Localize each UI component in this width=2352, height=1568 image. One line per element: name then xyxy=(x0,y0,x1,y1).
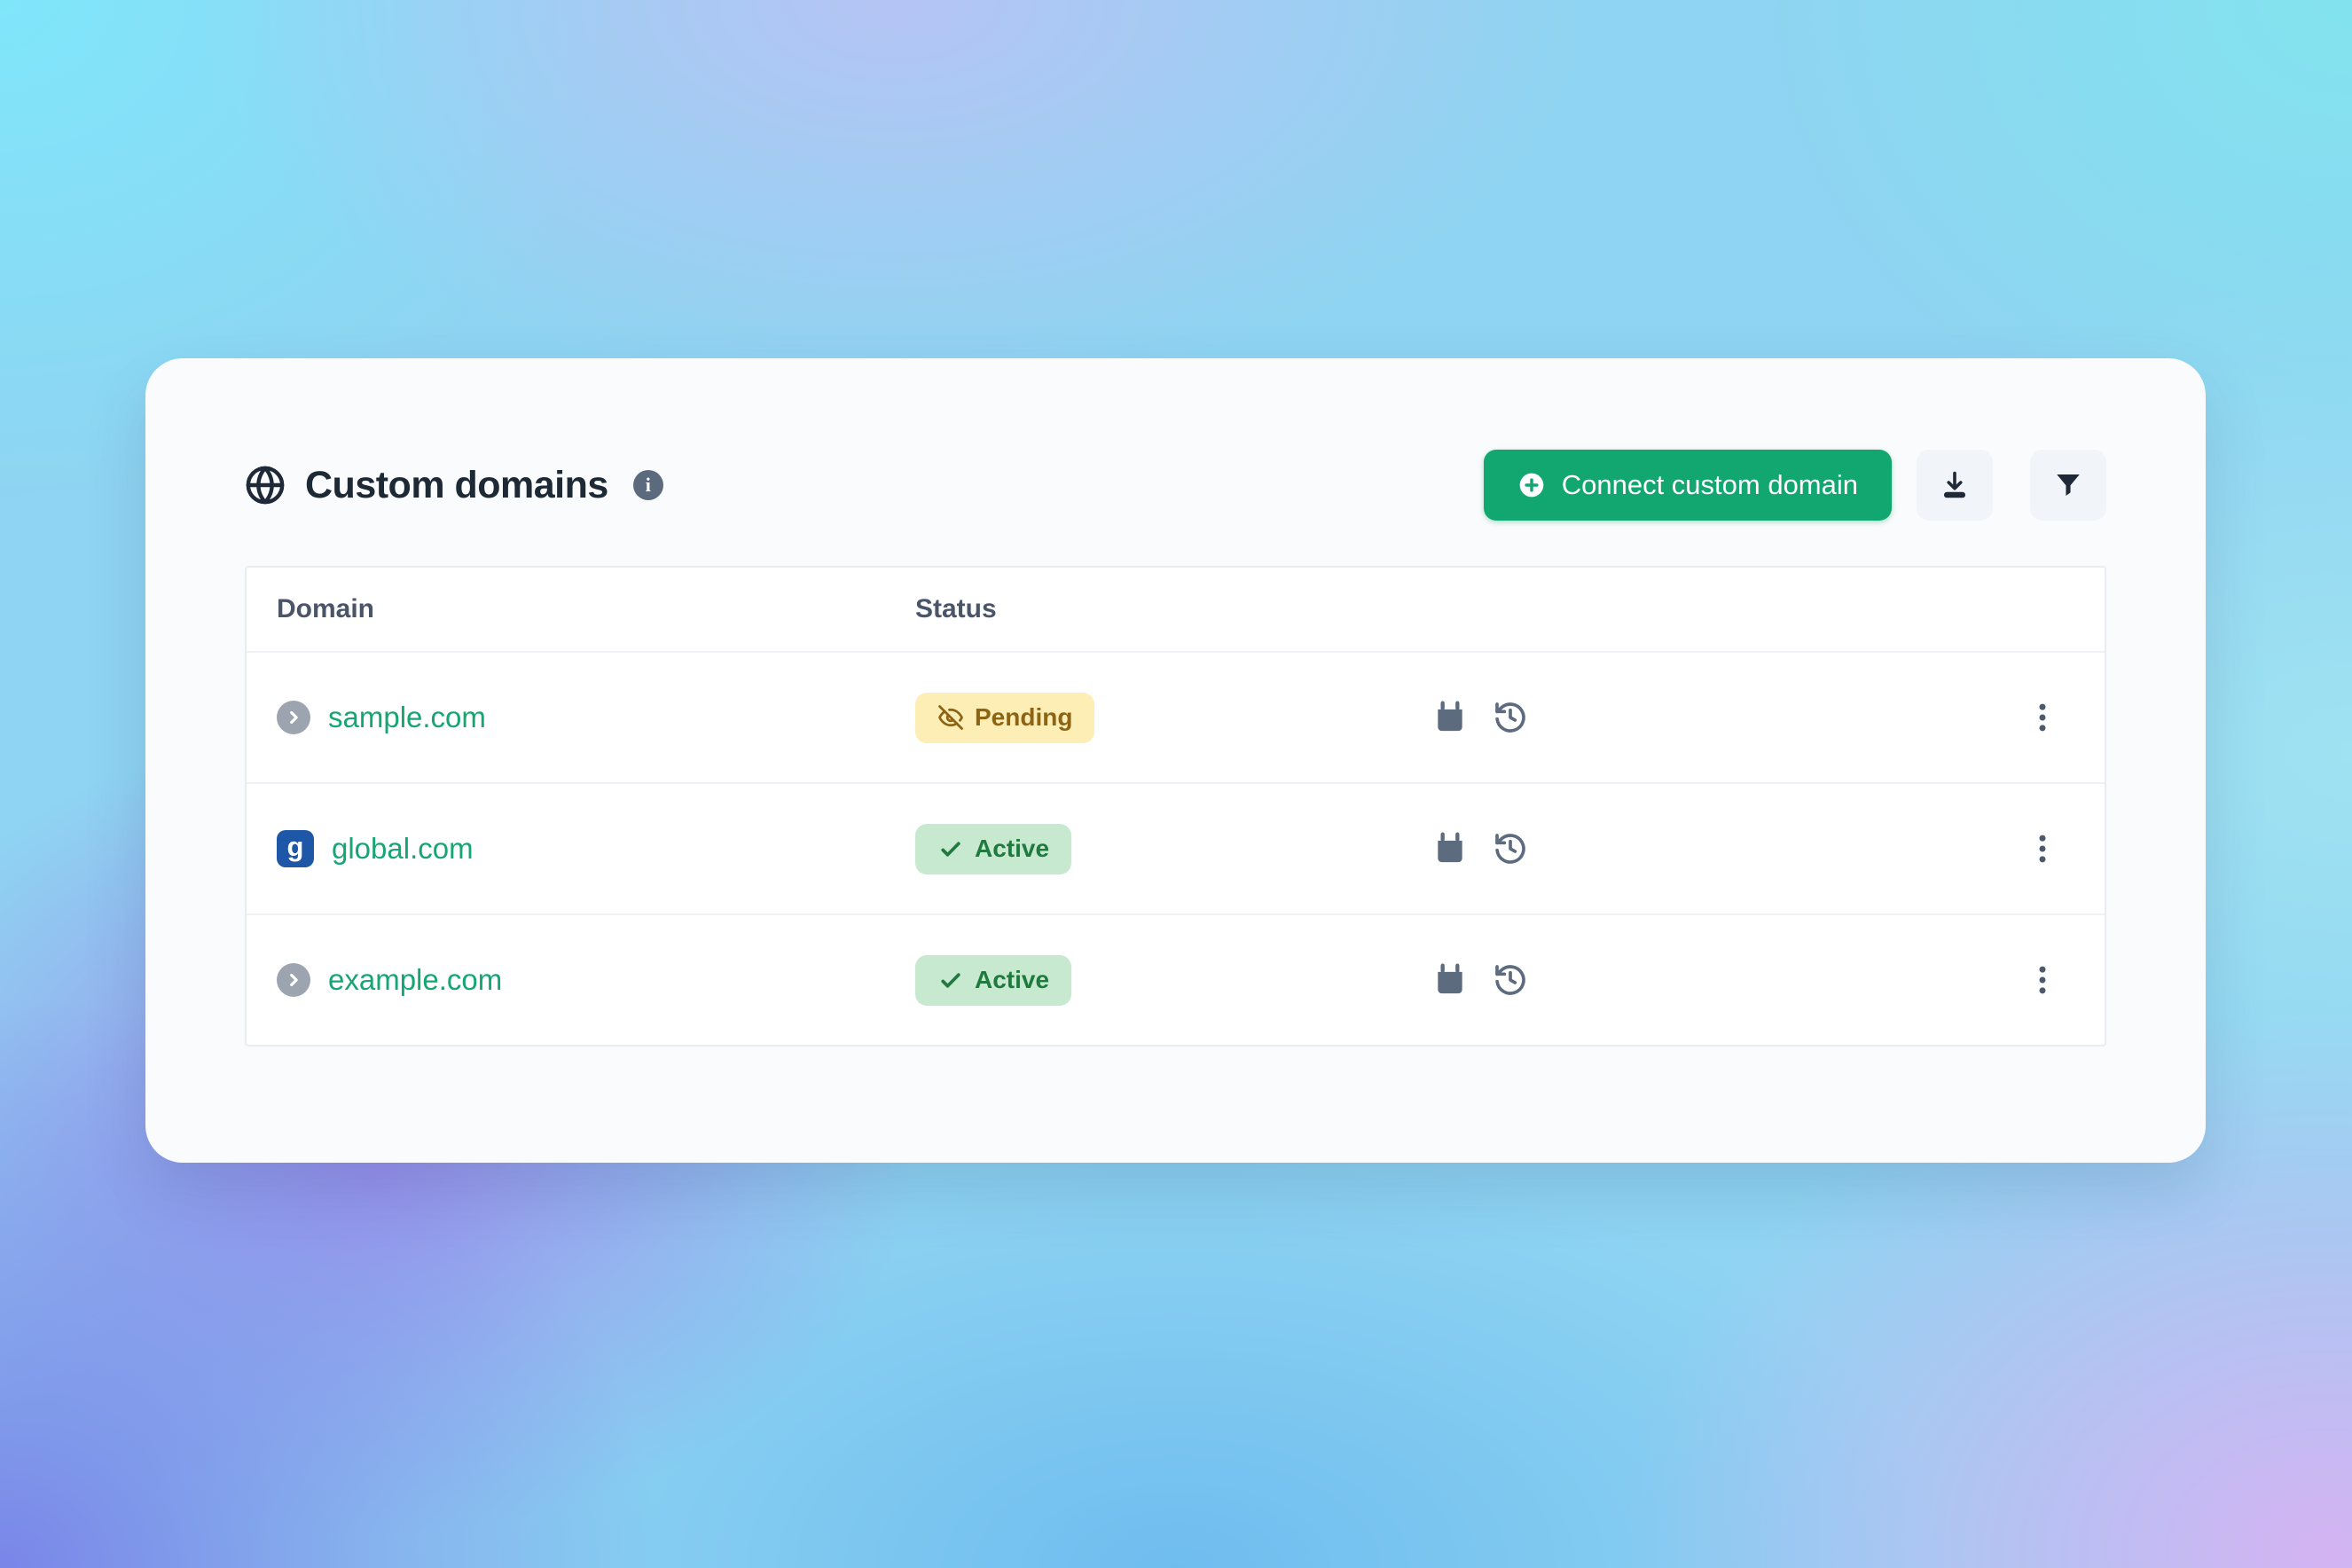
domain-cell: example.com xyxy=(277,963,915,997)
status-cell: Pending xyxy=(915,693,1432,743)
row-actions xyxy=(1432,700,2011,735)
status-badge-label: Active xyxy=(975,835,1049,863)
row-menu xyxy=(2011,960,2074,1000)
calendar-icon[interactable] xyxy=(1432,962,1468,998)
kebab-menu-icon[interactable] xyxy=(2026,698,2059,737)
status-badge: Active xyxy=(915,824,1071,874)
table-row-sample: sample.com Pending xyxy=(247,651,2105,782)
custom-domains-card: Custom domains i Connect custom domain xyxy=(145,358,2206,1163)
status-badge: Pending xyxy=(915,693,1094,743)
domain-cell: g global.com xyxy=(277,830,915,867)
page-title: Custom domains xyxy=(305,464,608,507)
domains-table: Domain Status sample.com xyxy=(245,566,2106,1047)
plus-circle-icon xyxy=(1517,471,1546,499)
chevron-right-circle-icon[interactable] xyxy=(277,701,310,734)
info-icon[interactable]: i xyxy=(633,470,663,500)
history-icon[interactable] xyxy=(1493,831,1528,866)
status-badge-label: Pending xyxy=(975,703,1072,732)
table-row-global: g global.com Active xyxy=(247,782,2105,913)
filter-icon xyxy=(2052,469,2084,501)
history-icon[interactable] xyxy=(1493,700,1528,735)
status-badge: Active xyxy=(915,955,1071,1006)
domain-link[interactable]: global.com xyxy=(332,832,474,866)
domain-link[interactable]: sample.com xyxy=(328,701,486,734)
row-menu xyxy=(2011,698,2074,737)
table-row-example: example.com Active xyxy=(247,913,2105,1045)
site-favicon-icon: g xyxy=(277,830,314,867)
filter-button[interactable] xyxy=(2030,450,2106,521)
eye-off-icon xyxy=(937,704,964,731)
check-icon xyxy=(937,835,964,862)
domain-cell: sample.com xyxy=(277,701,915,734)
globe-icon xyxy=(245,465,286,506)
row-actions xyxy=(1432,962,2011,998)
status-badge-label: Active xyxy=(975,966,1049,994)
kebab-menu-icon[interactable] xyxy=(2026,960,2059,1000)
check-icon xyxy=(937,967,964,993)
download-icon xyxy=(1939,469,1971,501)
download-button[interactable] xyxy=(1917,450,1993,521)
calendar-icon[interactable] xyxy=(1432,700,1468,735)
status-cell: Active xyxy=(915,955,1432,1006)
column-header-status: Status xyxy=(915,594,1432,624)
table-header-row: Domain Status xyxy=(247,568,2105,651)
domain-link[interactable]: example.com xyxy=(328,963,502,997)
history-icon[interactable] xyxy=(1493,962,1528,998)
calendar-icon[interactable] xyxy=(1432,831,1468,866)
card-header: Custom domains i Connect custom domain xyxy=(245,447,2106,523)
row-menu xyxy=(2011,829,2074,868)
connect-custom-domain-button[interactable]: Connect custom domain xyxy=(1484,450,1892,521)
connect-custom-domain-label: Connect custom domain xyxy=(1562,469,1858,501)
header-actions: Connect custom domain xyxy=(1484,450,2106,521)
chevron-right-circle-icon[interactable] xyxy=(277,963,310,997)
column-header-domain: Domain xyxy=(277,594,915,624)
row-actions xyxy=(1432,831,2011,866)
gradient-background: Custom domains i Connect custom domain xyxy=(0,0,2352,1568)
kebab-menu-icon[interactable] xyxy=(2026,829,2059,868)
card-title-group: Custom domains i xyxy=(245,464,663,507)
status-cell: Active xyxy=(915,824,1432,874)
